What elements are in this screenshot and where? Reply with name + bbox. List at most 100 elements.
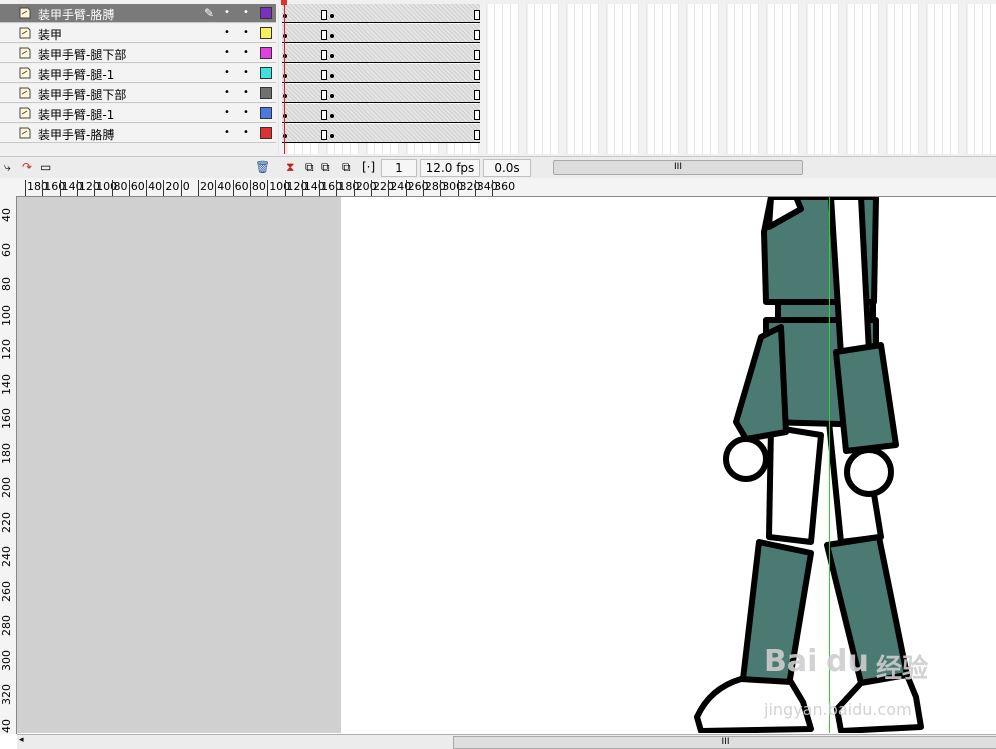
layer-row[interactable]: 装甲手臂-腿-1 • • [0, 64, 276, 83]
keyframe[interactable] [330, 74, 334, 78]
frame-span[interactable] [282, 44, 480, 63]
end-frame[interactable] [474, 110, 480, 120]
keyframe[interactable] [330, 34, 334, 38]
lock-toggle[interactable]: • [243, 27, 249, 38]
ruler-label: 80 [113, 180, 128, 193]
end-frame[interactable] [321, 30, 327, 40]
current-frame-field[interactable]: 1 [381, 159, 417, 177]
end-frame[interactable] [321, 90, 327, 100]
visibility-toggle[interactable]: • [224, 107, 230, 118]
ruler-tick [474, 180, 476, 196]
insert-folder-icon[interactable]: ▭ [40, 160, 51, 174]
frame-span[interactable] [282, 84, 480, 103]
layer-row[interactable]: 装甲手臂-腿-1 • • [0, 104, 276, 123]
pencil-icon: ✎ [204, 6, 215, 20]
edit-multiple-frames-icon[interactable]: ⧉ [342, 160, 351, 175]
visibility-toggle[interactable]: • [224, 127, 230, 138]
end-frame[interactable] [321, 10, 327, 20]
layer-icon [19, 67, 31, 79]
frame-span[interactable] [282, 104, 480, 123]
end-frame[interactable] [474, 30, 480, 40]
delete-layer-icon[interactable]: 🗑 [255, 160, 270, 174]
ruler-tick [319, 180, 321, 196]
insert-layer-icon[interactable]: ⤷ [4, 160, 11, 175]
end-frame[interactable] [474, 70, 480, 80]
ruler-tick [301, 180, 303, 196]
ruler-label: 220 [0, 511, 13, 533]
keyframe[interactable] [330, 114, 334, 118]
outline-color-swatch[interactable] [260, 107, 272, 119]
lock-toggle[interactable]: • [243, 127, 249, 138]
lock-toggle[interactable]: • [243, 47, 249, 58]
keyframe[interactable] [330, 94, 334, 98]
layer-name[interactable]: 装甲 [38, 26, 62, 43]
layer-row[interactable]: 装甲手臂-腿下部 • • [0, 84, 276, 103]
frame-span[interactable] [282, 24, 480, 43]
rear-lower-leg [766, 424, 824, 545]
end-frame[interactable] [474, 130, 480, 140]
keyframe[interactable] [330, 134, 334, 138]
keyframe[interactable] [330, 54, 334, 58]
end-frame[interactable] [321, 70, 327, 80]
frame-span[interactable] [282, 64, 480, 83]
scroll-left-icon[interactable]: ◂ [19, 735, 24, 745]
add-motion-guide-icon[interactable]: ↷ [22, 160, 32, 174]
end-frame[interactable] [474, 50, 480, 60]
layer-row[interactable]: 装甲手臂-胳膊 • • [0, 124, 276, 143]
outline-color-swatch[interactable] [260, 47, 272, 59]
layer-name[interactable]: 装甲手臂-腿-1 [38, 106, 114, 123]
end-frame[interactable] [321, 130, 327, 140]
layer-name[interactable]: 装甲手臂-腿下部 [38, 46, 126, 63]
outline-color-swatch[interactable] [260, 27, 272, 39]
ruler-tick [422, 180, 424, 196]
ruler-tick [111, 180, 113, 196]
layer-row[interactable]: 装甲手臂-腿下部 • • [0, 44, 276, 63]
end-frame[interactable] [474, 10, 480, 20]
ruler-tick [388, 180, 390, 196]
stage-scroll-thumb[interactable]: III [453, 736, 996, 749]
lock-toggle[interactable]: • [243, 7, 249, 18]
end-frame[interactable] [321, 110, 327, 120]
lock-toggle[interactable]: • [243, 87, 249, 98]
ruler-tick [353, 180, 355, 196]
outline-color-swatch[interactable] [260, 67, 272, 79]
timeline-scrollbar[interactable]: III [553, 160, 803, 175]
lock-toggle[interactable]: • [243, 67, 249, 78]
layer-row[interactable]: 装甲手臂-胳膊 ✎ • • [0, 4, 276, 23]
end-frame[interactable] [474, 90, 480, 100]
ruler-tick [215, 180, 217, 196]
frame-span[interactable] [282, 124, 480, 143]
layer-row[interactable]: 装甲 • • [0, 24, 276, 43]
baidu-jingyan-watermark: Bai du 经验 jingyan.baidu.com [760, 640, 950, 730]
visibility-toggle[interactable]: • [224, 7, 230, 18]
visibility-toggle[interactable]: • [224, 47, 230, 58]
layer-name[interactable]: 装甲手臂-腿-1 [38, 66, 114, 83]
outline-color-swatch[interactable] [260, 87, 272, 99]
frame-rate-field[interactable]: 12.0 fps [420, 159, 480, 177]
frame-span[interactable] [282, 4, 480, 23]
center-frame-icon[interactable]: ⧗ [286, 160, 294, 175]
frame-grid[interactable] [278, 4, 996, 154]
end-frame[interactable] [321, 50, 327, 60]
modify-onion-markers-icon[interactable]: [·] [362, 160, 375, 174]
stage-horizontal-scrollbar[interactable]: ◂ III [17, 734, 996, 749]
visibility-toggle[interactable]: • [224, 67, 230, 78]
outline-color-swatch[interactable] [260, 7, 272, 19]
onion-skin-outlines-icon[interactable]: ⧉ [321, 160, 330, 175]
visibility-toggle[interactable]: • [224, 27, 230, 38]
onion-skin-icon[interactable]: ⧉ [305, 160, 314, 175]
ruler-label: 60 [0, 242, 13, 257]
layer-name[interactable]: 装甲手臂-腿下部 [38, 86, 126, 103]
timeline-panel: 装甲手臂-胳膊 ✎ • • 装甲 • • 装甲手臂-腿下部 • • 装甲手臂-腿-1 • • 装甲手臂-腿… [0, 0, 996, 179]
layer-name[interactable]: 装甲手臂-胳膊 [38, 126, 114, 143]
layer-name[interactable]: 装甲手臂-胳膊 [38, 6, 114, 23]
outline-color-swatch[interactable] [260, 127, 272, 139]
visibility-toggle[interactable]: • [224, 87, 230, 98]
layer-icon [19, 47, 31, 59]
ruler-label: 280 [0, 615, 13, 636]
layer-icon [19, 127, 31, 139]
front-arm-white [828, 197, 872, 358]
keyframe[interactable] [330, 14, 334, 18]
ruler-label: 60 [234, 180, 249, 193]
lock-toggle[interactable]: • [243, 107, 249, 118]
